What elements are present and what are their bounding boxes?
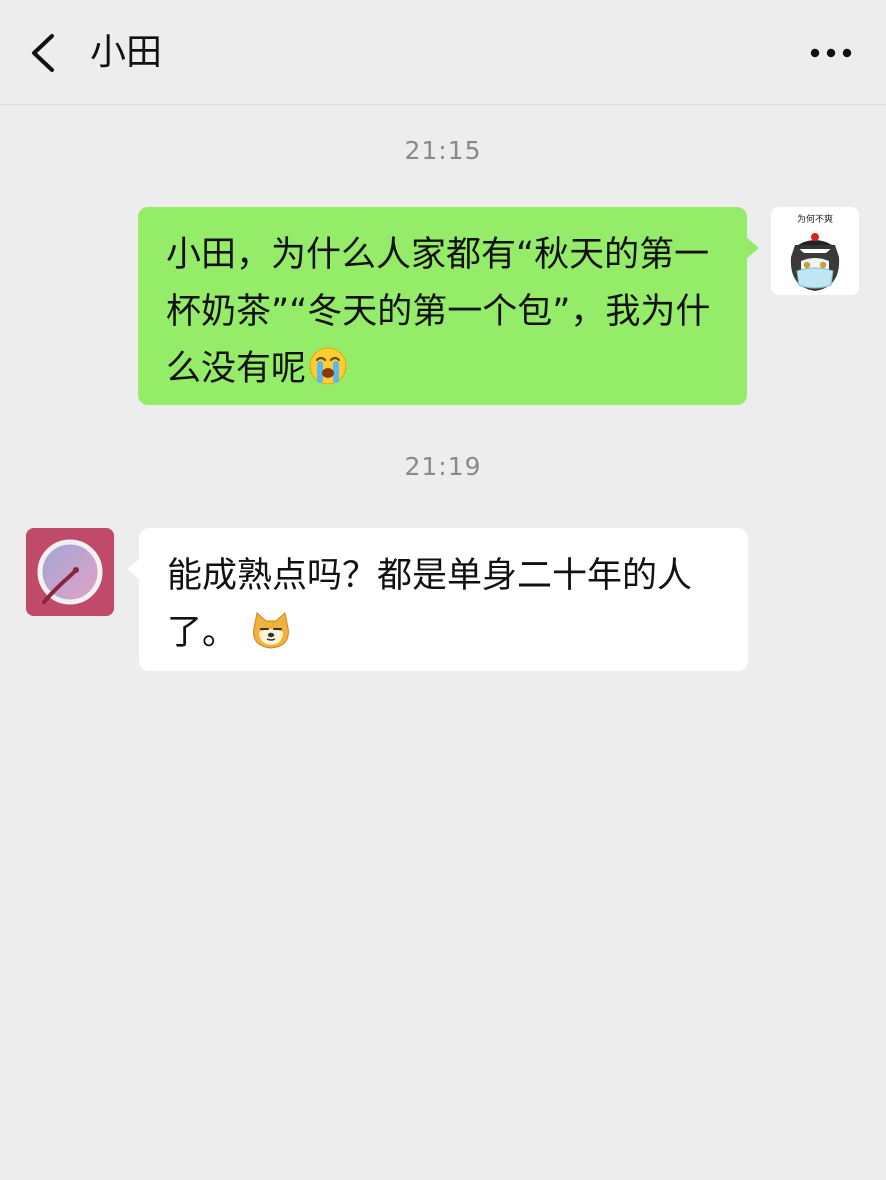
back-button[interactable] [22,28,66,78]
contact-avatar[interactable] [26,528,114,616]
doge-icon [253,612,289,649]
message-text: 小田，为什么人家都有“秋天的第一杯奶茶”“冬天的第一个包”，我为什么没有呢 [166,235,711,389]
outgoing-message-bubble[interactable]: 小田，为什么人家都有“秋天的第一杯奶茶”“冬天的第一个包”，我为什么没有呢 [138,207,759,405]
message-timestamp: 21:19 [404,452,482,481]
incoming-message-bubble[interactable]: 能成熟点吗？都是单身二十年的人了。 [127,528,748,671]
my-avatar[interactable]: 为何不爽 [771,207,859,295]
chat-title: 小田 [90,32,163,73]
message-text: 能成熟点吗？都是单身二十年的人了。 [167,556,693,653]
chevron-left-icon [32,34,54,72]
cat-avatar-icon: 为何不爽 [771,207,859,295]
chat-header: 小田 [0,0,886,105]
ellipsis-icon [810,48,852,58]
avatar-caption: 为何不爽 [797,213,833,225]
circle-avatar-icon [26,528,114,616]
message-timestamp: 21:15 [404,136,482,165]
crying-face-icon [309,347,347,385]
more-options-button[interactable] [806,33,856,73]
